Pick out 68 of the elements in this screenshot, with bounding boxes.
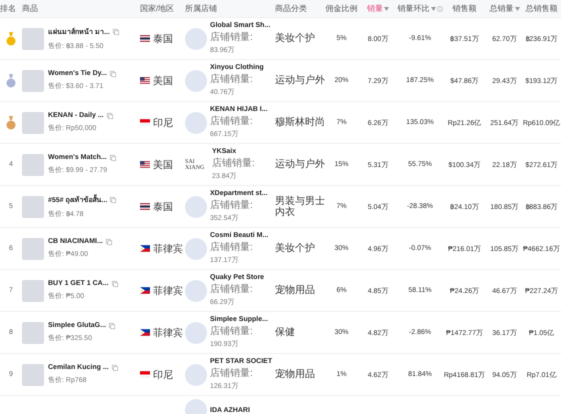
caret-icon[interactable] xyxy=(430,6,436,10)
store-sales-label: 店铺销量: xyxy=(212,156,255,170)
product-photo-placeholder xyxy=(22,238,44,260)
copy-icon[interactable] xyxy=(110,154,116,160)
category-cell-text: 宠物用品 xyxy=(275,369,316,380)
product-photo-placeholder xyxy=(22,154,44,176)
copy-icon[interactable] xyxy=(106,238,112,244)
store-logo-placeholder xyxy=(185,322,207,344)
category-cell-text: 美妆个护 xyxy=(275,243,316,254)
category-cell-text: 宠物用品 xyxy=(275,285,316,296)
store-logo-placeholder xyxy=(185,280,207,302)
copy-icon[interactable] xyxy=(112,280,118,286)
store-sales-label: 店铺销量: xyxy=(210,282,254,296)
product-photo-placeholder xyxy=(22,70,44,92)
column-header: 国家/地区 xyxy=(140,3,174,14)
store-logo-placeholder xyxy=(185,28,207,50)
store-sales-label: 店铺销量: xyxy=(210,366,254,380)
column-header: 商品 xyxy=(22,3,38,14)
store-logo-placeholder xyxy=(185,364,207,386)
copy-icon[interactable] xyxy=(106,112,113,118)
category-cell: 运动与户外 xyxy=(275,75,325,86)
country-name: 印尼 xyxy=(153,116,173,130)
category-cell-text: 美妆个护 xyxy=(275,33,316,44)
product-photo-placeholder xyxy=(22,112,44,134)
caret-icon[interactable] xyxy=(514,6,520,10)
caret-icon[interactable] xyxy=(384,6,389,10)
store-logo-placeholder xyxy=(185,238,207,260)
product-photo-placeholder xyxy=(22,196,44,218)
store-sales-label: 店铺销量: xyxy=(210,72,254,86)
category-cell: 男装与男士内衣 xyxy=(275,196,325,218)
store-logo-placeholder xyxy=(185,70,207,92)
column-header: 商品分类 xyxy=(275,3,307,14)
store-logo-placeholder xyxy=(185,112,207,134)
category-cell: 运动与户外 xyxy=(275,159,325,170)
column-header: 销售额 xyxy=(452,3,476,14)
column-header[interactable]: 总销量 xyxy=(490,3,514,14)
column-header[interactable]: 销量环比 xyxy=(398,3,430,14)
column-header[interactable]: 销量 xyxy=(367,3,383,14)
country-name: 菲律宾 xyxy=(153,284,183,298)
country-name: 印尼 xyxy=(153,368,173,382)
info-icon[interactable] xyxy=(436,6,442,12)
copy-icon[interactable] xyxy=(112,364,118,370)
column-header: 排名 xyxy=(0,3,16,14)
store-logo-placeholder xyxy=(185,196,207,218)
store-sales-label: 店铺销量: xyxy=(210,114,254,128)
country-name: 泰国 xyxy=(153,32,173,46)
store-sales-label: 店铺销量: xyxy=(210,30,254,44)
country-name: 美国 xyxy=(153,74,173,88)
product-photo-placeholder xyxy=(22,322,44,344)
product-photo-placeholder xyxy=(22,364,44,386)
column-header: 佣金比例 xyxy=(326,3,358,14)
store-sales-label: 店铺销量: xyxy=(210,198,254,212)
country-name: 菲律宾 xyxy=(153,326,183,340)
column-header: 总销售额 xyxy=(526,3,558,14)
country-name: 菲律宾 xyxy=(153,242,183,256)
category-cell-text: 保健 xyxy=(275,327,296,338)
copy-icon[interactable] xyxy=(110,196,116,202)
copy-icon[interactable] xyxy=(112,28,119,34)
country-name: 美国 xyxy=(153,158,173,172)
store-sales-label: 店铺销量: xyxy=(210,324,254,338)
copy-icon[interactable] xyxy=(108,322,115,328)
product-photo-placeholder xyxy=(22,280,44,302)
copy-icon[interactable] xyxy=(110,70,116,76)
column-header: 所属店铺 xyxy=(185,3,217,14)
store-sales-label: 店铺销量: xyxy=(210,240,254,254)
category-cell: 穆斯林时尚 xyxy=(275,117,325,128)
product-photo-placeholder xyxy=(22,28,44,50)
country-name: 泰国 xyxy=(153,200,173,214)
